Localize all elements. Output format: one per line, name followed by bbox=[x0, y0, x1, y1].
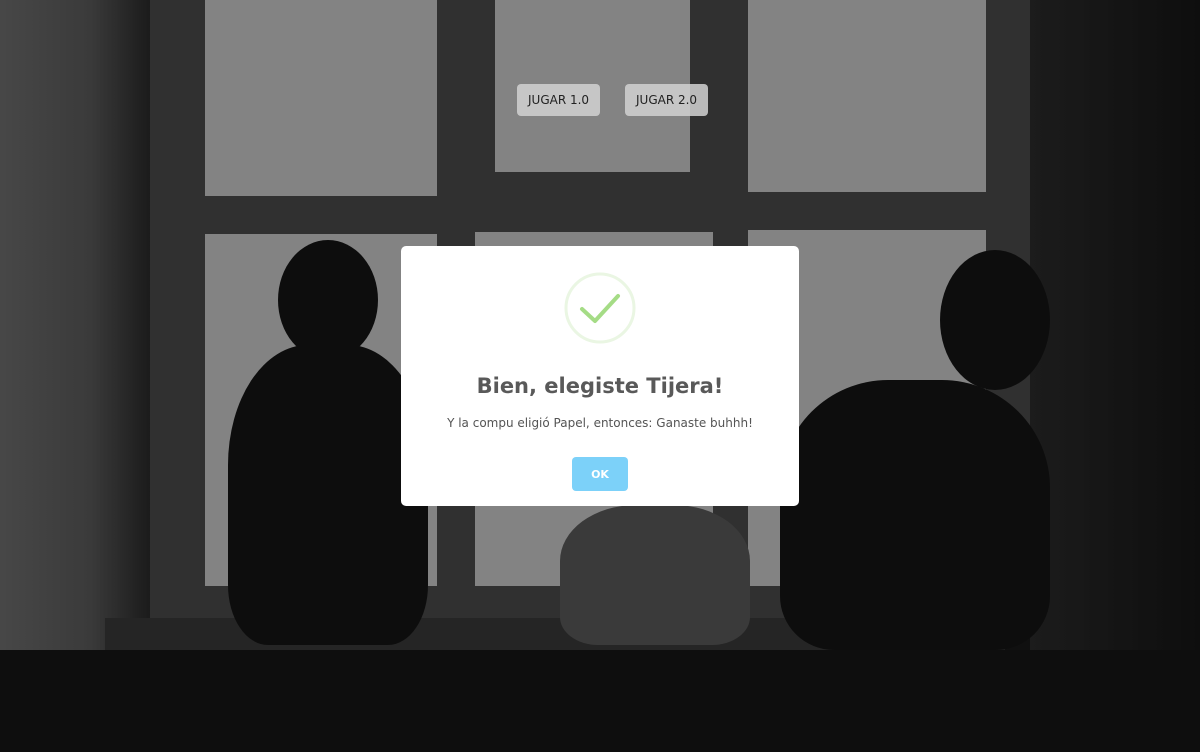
dialog-title: Bien, elegiste Tijera! bbox=[476, 374, 724, 398]
result-dialog: Bien, elegiste Tijera! Y la compu eligió… bbox=[401, 246, 799, 506]
ok-button[interactable]: OK bbox=[572, 457, 628, 491]
play-v1-button[interactable]: JUGAR 1.0 bbox=[517, 84, 601, 116]
play-v2-button[interactable]: JUGAR 2.0 bbox=[625, 84, 709, 116]
success-check-icon bbox=[564, 272, 636, 344]
dialog-message: Y la compu eligió Papel, entonces: Ganas… bbox=[447, 416, 753, 430]
